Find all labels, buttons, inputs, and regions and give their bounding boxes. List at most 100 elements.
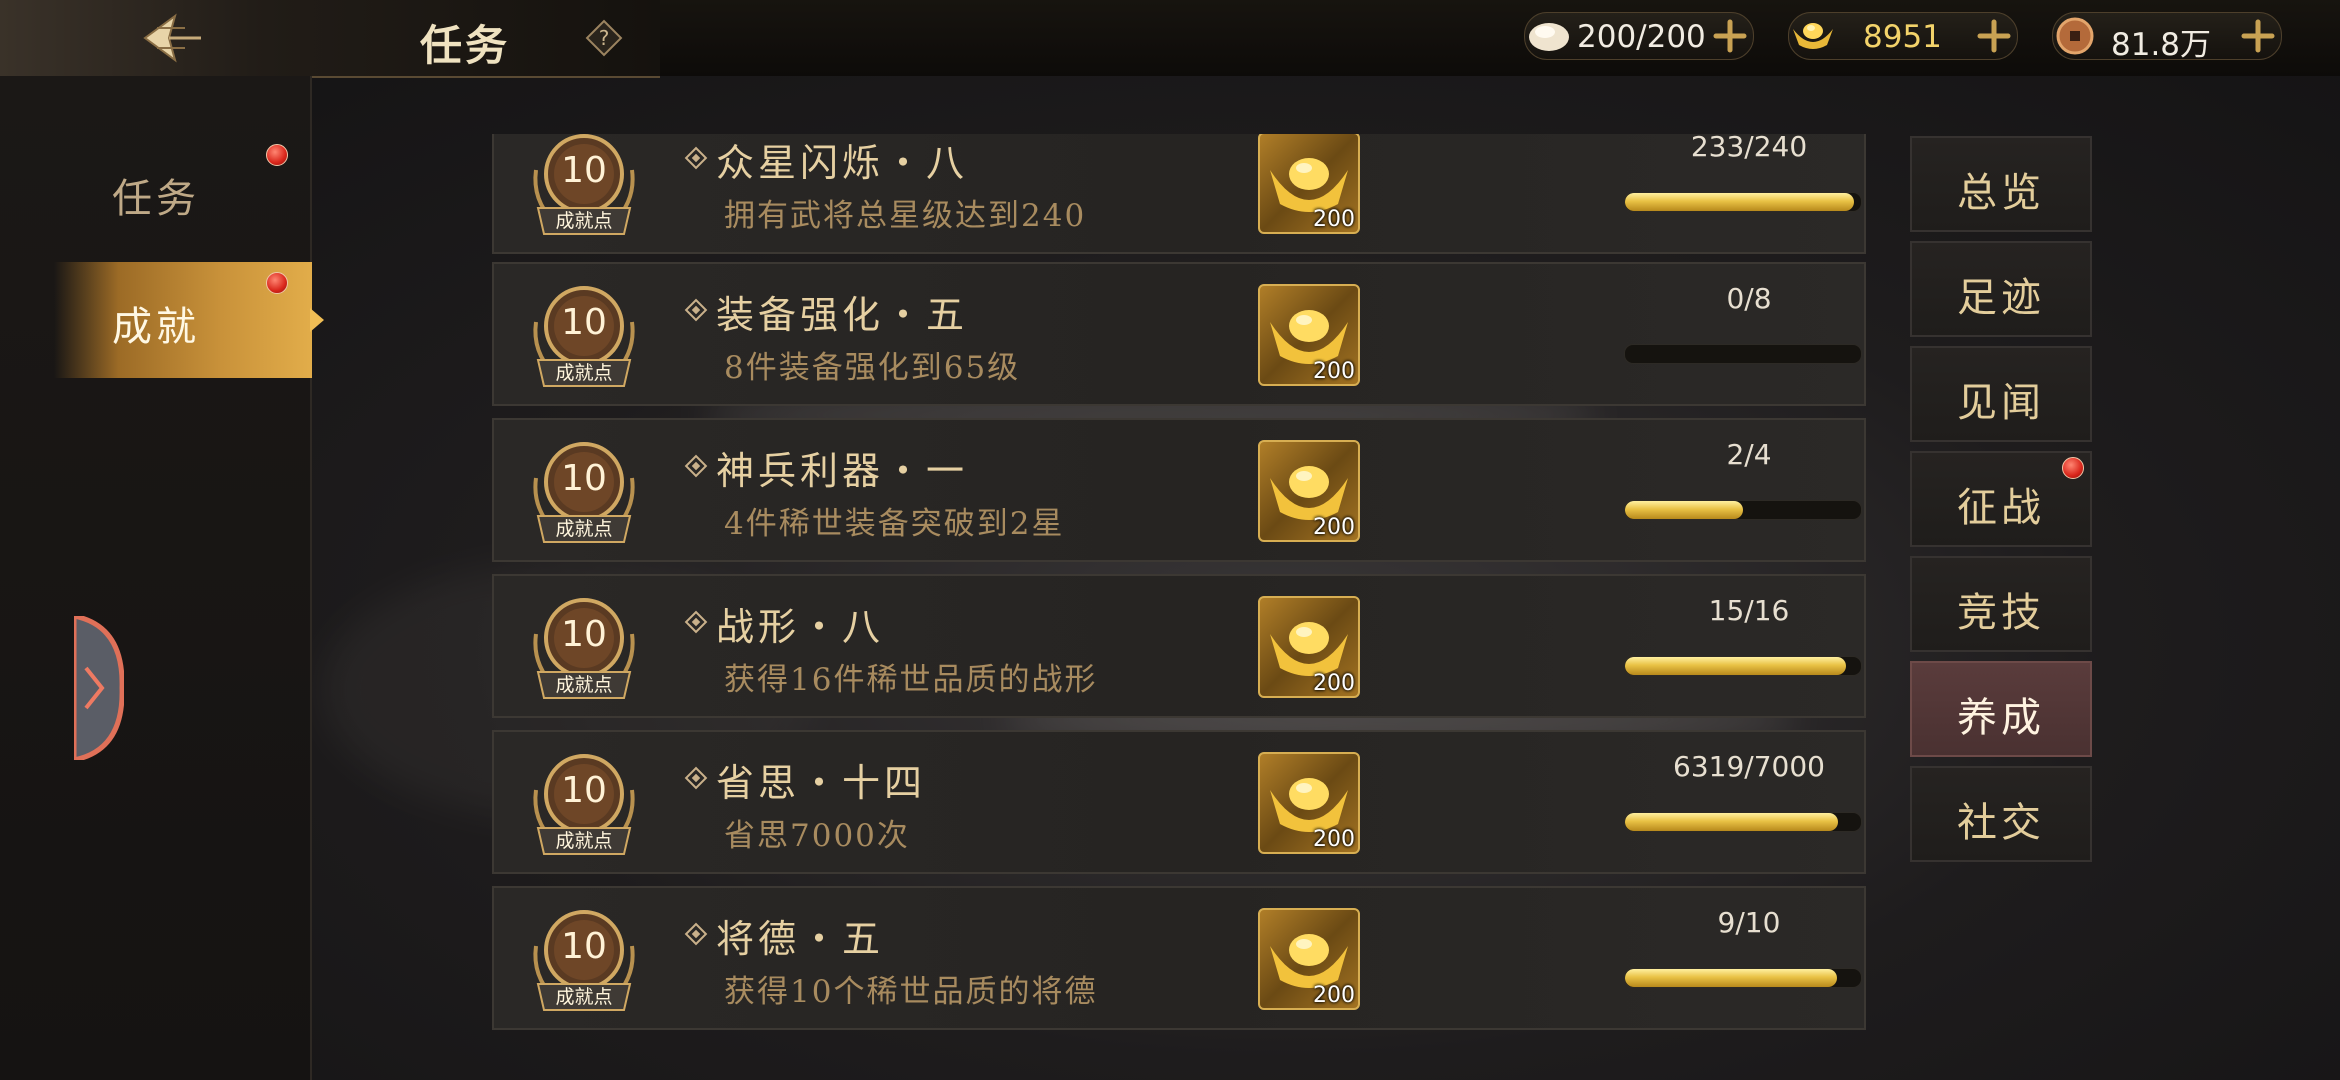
reward-count: 200 [1313, 359, 1355, 384]
progress-bar [1624, 656, 1862, 676]
gold-ingot-counter: 8951 [1788, 12, 2018, 60]
notification-dot [266, 272, 288, 294]
achievement-description: 4件稀世装备突破到2星 [724, 506, 1065, 542]
reward-item[interactable]: 200 [1258, 908, 1360, 1010]
help-button[interactable]: ? [584, 18, 624, 58]
top-bar: 任务 ? 200/200 8951 81.8万 [0, 0, 2340, 78]
help-icon: ? [585, 19, 623, 57]
points-label: 成就点 [555, 210, 613, 232]
progress-text: 0/8 [1726, 282, 1772, 315]
reward-count: 200 [1313, 827, 1355, 852]
reward-count: 200 [1313, 671, 1355, 696]
points-value: 10 [561, 614, 607, 655]
chevron-right-icon [71, 612, 125, 764]
points-value: 10 [561, 926, 607, 967]
achievement-card: 10 成就点 众星闪烁・八 拥有武将总星级达到240 200 233/240 [492, 134, 1866, 254]
progress-text: 9/10 [1717, 906, 1781, 939]
achievement-title: 将德・五 [716, 917, 885, 961]
tab-label: 征战 [1957, 485, 2045, 531]
tab-label: 见闻 [1957, 380, 2045, 426]
achievement-description: 省思7000次 [724, 818, 910, 854]
reward-count: 200 [1313, 207, 1355, 232]
tab-overview[interactable]: 总览 [1910, 136, 2092, 232]
progress-text: 15/16 [1708, 594, 1790, 627]
tab-label: 竞技 [1957, 590, 2045, 636]
progress-text: 2/4 [1726, 438, 1772, 471]
reward-item[interactable]: 200 [1258, 440, 1360, 542]
tab-cultivation[interactable]: 养成 [1910, 661, 2092, 757]
back-arrow-icon [143, 13, 201, 63]
reward-item[interactable]: 200 [1258, 134, 1360, 234]
title-panel [0, 0, 660, 78]
points-label: 成就点 [555, 362, 613, 384]
add-stamina-button[interactable] [1713, 19, 1747, 53]
stamina-counter: 200/200 [1524, 12, 1754, 60]
back-button[interactable] [135, 10, 205, 66]
tab-social[interactable]: 社交 [1910, 766, 2092, 862]
achievement-title: 省思・十四 [716, 761, 927, 805]
sidebar-item-achievements[interactable]: 成就 [54, 262, 324, 378]
tab-footprints[interactable]: 足迹 [1910, 241, 2092, 337]
achievement-card: 10 成就点 装备强化・五 8件装备强化到65级 200 0/8 [492, 262, 1866, 406]
points-label: 成就点 [555, 674, 613, 696]
add-copper-coin-button[interactable] [2241, 19, 2275, 53]
bun-icon [1529, 23, 1569, 51]
add-gold-ingot-button[interactable] [1977, 19, 2011, 53]
achievement-title: 战形・八 [716, 605, 885, 649]
achievement-description: 获得10个稀世品质的将德 [724, 974, 1098, 1010]
sidebar-item-label: 成就 [112, 304, 200, 350]
reward-item[interactable]: 200 [1258, 284, 1360, 386]
achievement-description: 8件装备强化到65级 [724, 350, 1021, 386]
achievement-points-badge: 10 成就点 [528, 134, 640, 242]
sidebar-item-tasks[interactable]: 任务 [54, 134, 312, 250]
achievement-points-badge: 10 成就点 [528, 282, 640, 394]
sidebar-item-label: 任务 [112, 176, 200, 222]
achievement-points-badge: 10 成就点 [528, 750, 640, 862]
copper-coin-value: 81.8万 [2111, 27, 2212, 63]
tab-label: 总览 [1957, 170, 2045, 216]
points-label: 成就点 [555, 518, 613, 540]
points-value: 10 [561, 458, 607, 499]
progress-fill [1625, 501, 1743, 519]
progress-bar [1624, 500, 1862, 520]
achievement-points-badge: 10 成就点 [528, 594, 640, 706]
points-label: 成就点 [555, 830, 613, 852]
achievement-list[interactable]: 10 成就点 众星闪烁・八 拥有武将总星级达到240 200 233/240 1… [492, 134, 1868, 1040]
gold-ingot-value: 8951 [1863, 19, 1942, 55]
left-nav: 任务 成就 [0, 76, 324, 1080]
achievement-card: 10 成就点 将德・五 获得10个稀世品质的将德 200 9/10 [492, 886, 1866, 1030]
progress-bar [1624, 812, 1862, 832]
achievement-description: 拥有武将总星级达到240 [724, 198, 1087, 234]
progress-bar [1624, 192, 1862, 212]
achievement-points-badge: 10 成就点 [528, 438, 640, 550]
tab-arena[interactable]: 竞技 [1910, 556, 2092, 652]
progress-text: 233/240 [1690, 134, 1808, 163]
tab-label: 社交 [1957, 800, 2045, 846]
notification-dot [266, 144, 288, 166]
achievement-title: 众星闪烁・八 [716, 141, 969, 185]
points-value: 10 [561, 150, 607, 191]
notification-dot [2062, 457, 2084, 479]
tab-knowledge[interactable]: 见闻 [1910, 346, 2092, 442]
achievement-description: 获得16件稀世品质的战形 [724, 662, 1098, 698]
points-value: 10 [561, 302, 607, 343]
progress-text: 6319/7000 [1673, 750, 1825, 783]
progress-bar [1624, 344, 1862, 364]
tab-campaign[interactable]: 征战 [1910, 451, 2092, 547]
progress-fill [1625, 657, 1847, 675]
page-title: 任务 [420, 21, 511, 70]
copper-coin-counter: 81.8万 [2052, 12, 2282, 63]
svg-text:?: ? [599, 26, 610, 50]
side-panel-toggle[interactable] [71, 612, 125, 764]
progress-fill [1625, 813, 1839, 831]
active-pointer-icon [310, 308, 324, 332]
achievement-title: 神兵利器・一 [716, 449, 969, 493]
reward-item[interactable]: 200 [1258, 596, 1360, 698]
tab-label: 足迹 [1957, 275, 2045, 321]
copper-coin-icon [2056, 17, 2094, 55]
points-value: 10 [561, 770, 607, 811]
reward-item[interactable]: 200 [1258, 752, 1360, 854]
progress-fill [1625, 969, 1838, 987]
achievement-card: 10 成就点 神兵利器・一 4件稀世装备突破到2星 200 2/4 [492, 418, 1866, 562]
achievement-card: 10 成就点 战形・八 获得16件稀世品质的战形 200 15/16 [492, 574, 1866, 718]
